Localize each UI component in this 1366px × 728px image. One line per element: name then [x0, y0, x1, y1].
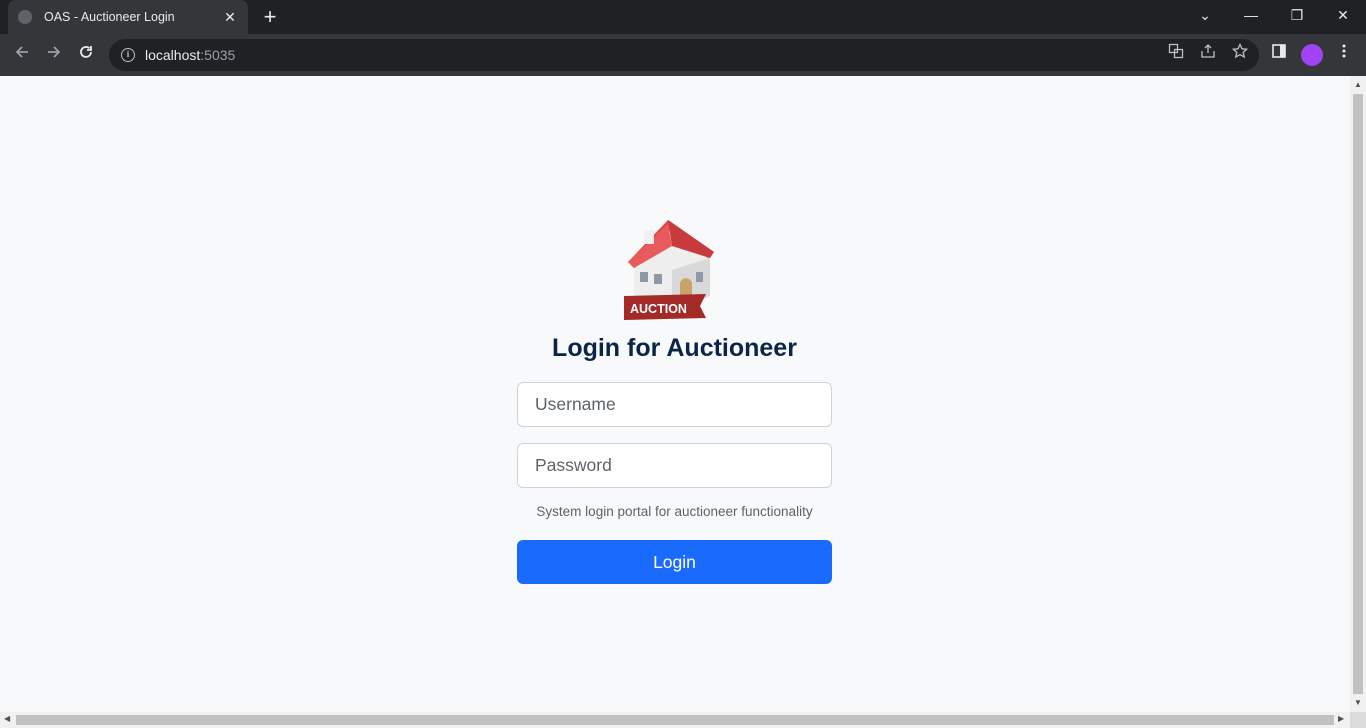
login-hint-text: System login portal for auctioneer funct… — [536, 504, 813, 519]
back-arrow-icon — [15, 46, 28, 58]
scroll-right-icon[interactable]: ▶ — [1338, 714, 1344, 723]
translate-icon[interactable] — [1164, 43, 1188, 67]
tab-close-icon[interactable]: ✕ — [222, 9, 238, 26]
auction-house-logo: AUCTION — [624, 220, 714, 320]
globe-icon — [18, 10, 32, 24]
page-title: Login for Auctioneer — [552, 334, 797, 362]
vertical-scrollbar[interactable]: ▲ ▼ — [1350, 76, 1366, 712]
site-info-icon[interactable]: i — [121, 48, 135, 62]
scroll-left-icon[interactable]: ◀ — [4, 714, 10, 723]
horizontal-scroll-thumb[interactable] — [16, 715, 1334, 725]
vertical-scroll-thumb[interactable] — [1353, 94, 1363, 694]
side-panel-icon[interactable] — [1267, 43, 1291, 67]
logo-badge-text: AUCTION — [630, 302, 687, 316]
minimize-button[interactable]: — — [1228, 0, 1274, 32]
url-host: localhost — [145, 47, 201, 63]
profile-avatar[interactable] — [1301, 44, 1323, 66]
tab-title: OAS - Auctioneer Login — [44, 10, 175, 24]
page-viewport: AUCTION Login for Auctioneer System logi… — [0, 76, 1350, 712]
new-tab-button[interactable]: + — [258, 5, 282, 29]
reload-button[interactable] — [74, 43, 98, 67]
tab-search-icon[interactable]: ⌄ — [1182, 0, 1228, 32]
forward-button[interactable] — [42, 43, 66, 67]
username-field[interactable] — [517, 382, 832, 427]
browser-tab[interactable]: OAS - Auctioneer Login ✕ — [8, 0, 248, 34]
back-button[interactable] — [10, 43, 34, 67]
browser-toolbar: i localhost:5035 — [0, 34, 1366, 76]
address-bar[interactable]: i localhost:5035 — [109, 39, 1259, 71]
login-button[interactable]: Login — [517, 540, 832, 584]
browser-tab-strip: OAS - Auctioneer Login ✕ + ⌄ — ❐ ✕ — [0, 0, 1366, 34]
restore-button[interactable]: ❐ — [1274, 0, 1320, 32]
password-field[interactable] — [517, 443, 832, 488]
forward-arrow-icon — [48, 46, 61, 58]
browser-menu-icon[interactable] — [1332, 43, 1356, 67]
url-port: :5035 — [200, 47, 236, 63]
scrollbar-corner — [1350, 712, 1366, 728]
scroll-up-icon[interactable]: ▲ — [1350, 80, 1366, 89]
scroll-down-icon[interactable]: ▼ — [1350, 698, 1366, 707]
reload-icon — [80, 46, 92, 58]
bookmark-star-icon[interactable] — [1228, 42, 1252, 67]
close-window-button[interactable]: ✕ — [1320, 0, 1366, 32]
share-icon[interactable] — [1196, 43, 1220, 67]
horizontal-scrollbar[interactable]: ◀ ▶ — [0, 712, 1350, 728]
